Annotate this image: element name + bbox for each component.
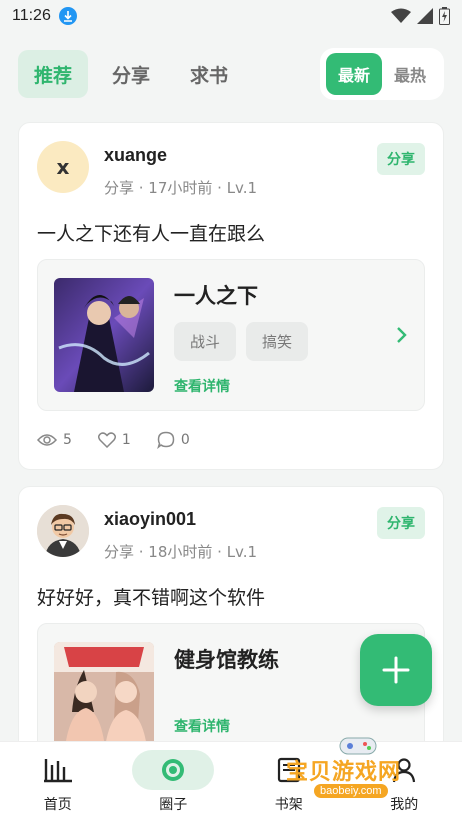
book-tag[interactable]: 搞笑 [246,322,309,361]
book-title: 健身馆教练 [174,648,279,672]
chart-bars-icon [43,758,72,782]
tab-request-book[interactable]: 求书 [174,50,244,98]
post-meta: 分享 · 18小时前 · Lv.1 [104,543,258,561]
heart-icon[interactable] [97,432,116,448]
comment-count[interactable]: 0 [156,431,190,449]
username[interactable]: xiaoyin001 [104,509,196,530]
nav-profile[interactable]: 我的 [347,742,462,821]
target-circle-icon [162,758,185,781]
nav-bookshelf[interactable]: 书架 [231,742,347,821]
book-title: 一人之下 [174,284,258,308]
post-meta: 分享 · 17小时前 · Lv.1 [104,179,258,197]
nav-circle-label: 圈子 [159,796,188,813]
battery-icon [439,7,450,25]
like-count[interactable]: 1 [97,432,131,448]
post-text: 好好好，真不错啊这个软件 [37,587,266,609]
comment-icon[interactable] [156,431,175,449]
nav-circle[interactable]: 圈子 [116,742,232,821]
post-card[interactable]: x xuange 分享 · 17小时前 · Lv.1 分享 一人之下还有人一直在… [18,122,444,470]
avatar[interactable] [37,505,89,557]
top-tab-bar: 推荐 分享 求书 最新 最热 [0,46,462,102]
book-card[interactable]: 一人之下 战斗 搞笑 查看详情 [37,259,425,411]
post-text: 一人之下还有人一直在跟么 [37,223,266,245]
book-cover[interactable] [54,642,154,755]
create-post-button[interactable] [360,634,432,706]
status-icons [391,7,450,25]
nav-home[interactable]: 首页 [0,742,116,821]
category-badge: 分享 [377,143,425,175]
comment-count-value: 0 [180,432,190,448]
plus-icon [382,656,410,684]
tab-recommend[interactable]: 推荐 [18,50,89,98]
chevron-right-icon[interactable] [396,326,408,348]
view-details-link[interactable]: 查看详情 [174,716,230,736]
sort-latest-button[interactable]: 最新 [325,53,382,95]
signal-icon [417,8,433,24]
status-bar: 11:26 [0,0,462,32]
book-tags: 战斗 搞笑 [174,322,309,361]
user-icon [393,757,416,782]
tab-share[interactable]: 分享 [96,50,166,98]
book-cover[interactable] [54,278,154,392]
sort-toggle: 最新 最热 [319,48,444,100]
view-details-link[interactable]: 查看详情 [174,376,230,396]
sort-hottest-button[interactable]: 最热 [382,53,438,95]
wifi-icon [391,8,411,23]
category-badge: 分享 [377,507,425,539]
avatar[interactable]: x [37,141,89,193]
status-time: 11:26 [12,7,51,24]
post-stats: 5 1 0 [37,431,216,449]
view-count-value: 5 [63,432,72,448]
username[interactable]: xuange [104,145,167,166]
view-count: 5 [37,432,72,448]
nav-bookshelf-label: 书架 [274,796,303,813]
nav-home-label: 首页 [43,796,72,813]
bookshelf-icon [277,757,300,782]
eye-icon [37,434,57,446]
bottom-nav: 首页 圈子 书架 我的 [0,741,462,821]
post-card[interactable]: xiaoyin001 分享 · 18小时前 · Lv.1 分享 好好好，真不错啊… [18,486,444,756]
like-count-value: 1 [121,432,131,448]
download-icon [58,7,77,25]
nav-profile-label: 我的 [390,796,419,813]
book-tag[interactable]: 战斗 [174,322,237,361]
